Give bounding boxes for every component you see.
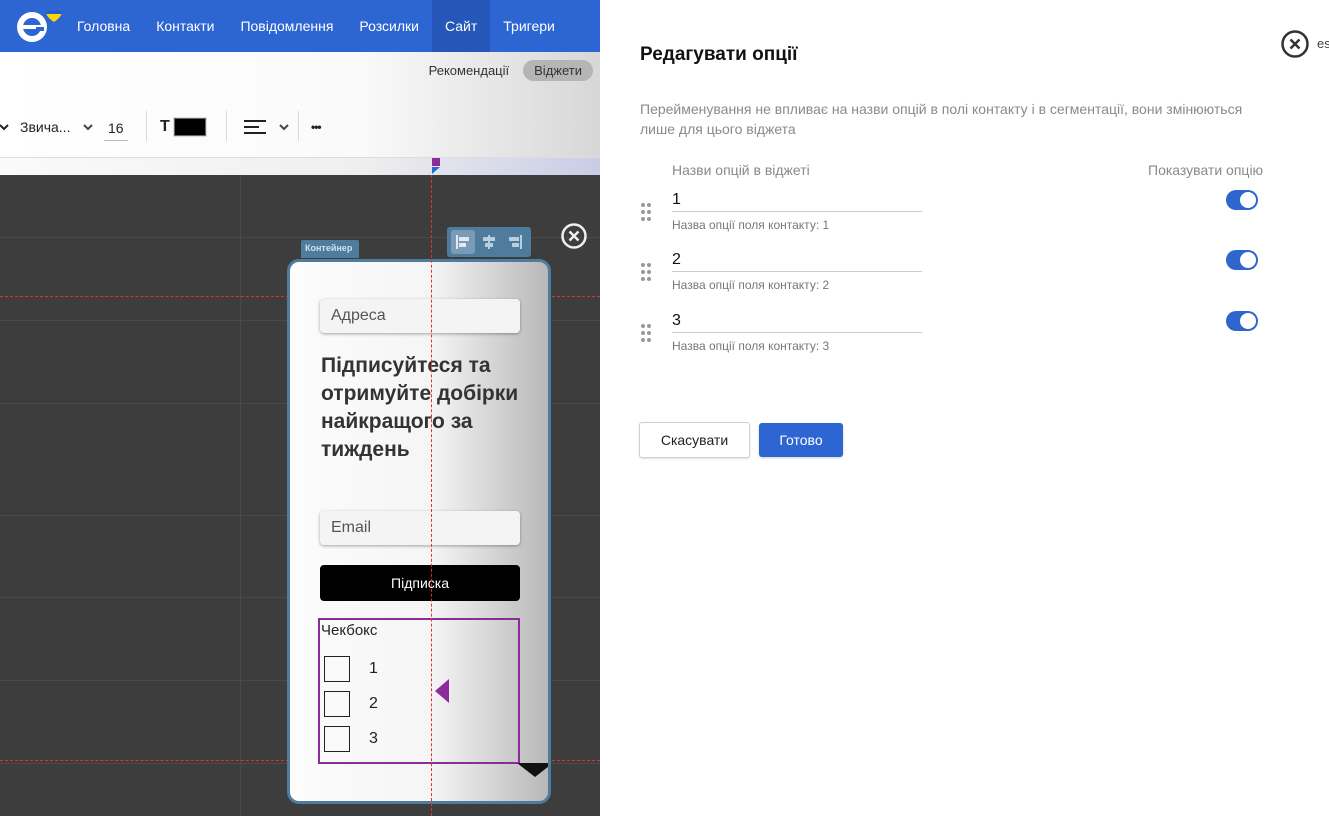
drag-dots-icon[interactable] — [640, 202, 652, 222]
chevron-down-icon — [83, 124, 94, 131]
close-widget-icon[interactable] — [560, 222, 588, 250]
checkbox[interactable] — [324, 656, 350, 682]
checkbox[interactable] — [324, 691, 350, 717]
checkbox-option[interactable]: 3 — [324, 726, 378, 752]
toolbar-divider — [298, 111, 299, 141]
option-row: 3 Назва опції поля контакту: 3 — [600, 311, 1329, 371]
tab-widgets[interactable]: Віджети — [523, 60, 593, 81]
tab-recommendations[interactable]: Рекомендації — [425, 61, 514, 80]
text-color-icon: T — [160, 118, 170, 135]
ruler-marker-icon[interactable] — [432, 158, 440, 174]
show-option-toggle[interactable] — [1226, 311, 1258, 331]
checkbox-label: 1 — [369, 660, 378, 677]
nav-item-broadcasts[interactable]: Розсилки — [346, 0, 432, 52]
address-input[interactable]: Адреса — [320, 299, 520, 333]
checkbox-block-title: Чекбокс — [321, 622, 378, 639]
option-hint: Назва опції поля контакту: 1 — [672, 218, 830, 232]
font-style-select[interactable]: Звича... — [20, 107, 94, 147]
checkbox-option[interactable]: 2 — [324, 691, 378, 717]
option-hint: Назва опції поля контакту: 3 — [672, 339, 830, 353]
widget-editor: Головна Контакти Повідомлення Розсилки С… — [0, 0, 600, 816]
checkbox-option[interactable]: 1 — [324, 656, 378, 682]
chevron-down-icon[interactable] — [0, 107, 10, 147]
checkbox-label: 2 — [369, 695, 378, 712]
show-option-toggle[interactable] — [1226, 250, 1258, 270]
top-navigation: Головна Контакти Повідомлення Розсилки С… — [0, 0, 600, 52]
more-options-button[interactable]: ••• — [311, 107, 322, 147]
panel-description: Перейменування не впливає на назви опцій… — [640, 101, 1243, 137]
grid-line — [240, 175, 241, 816]
align-left-icon — [244, 120, 266, 134]
text-color-swatch — [173, 118, 206, 136]
close-icon[interactable] — [1280, 29, 1310, 59]
option-name-input[interactable]: 2 — [672, 250, 922, 272]
edit-options-panel: Редагувати опції esc Перейменування не в… — [600, 0, 1329, 816]
show-option-toggle[interactable] — [1226, 190, 1258, 210]
email-input[interactable]: Email — [320, 511, 520, 545]
toolbar-divider — [226, 111, 227, 141]
text-color-button[interactable]: T — [160, 107, 206, 147]
cancel-button[interactable]: Скасувати — [639, 422, 750, 458]
drag-dots-icon[interactable] — [640, 262, 652, 282]
widget-preview[interactable]: Адреса Підписуйтеся та отримуйте добірки… — [287, 259, 551, 804]
text-align-select[interactable] — [244, 107, 290, 147]
column-header-names: Назви опцій в віджеті — [672, 162, 810, 178]
container-label[interactable]: Контейнер — [301, 240, 359, 258]
nav-item-messages[interactable]: Повідомлення — [227, 0, 346, 52]
toggle-knob — [1240, 313, 1256, 329]
font-size-input[interactable]: 16 — [104, 107, 128, 147]
align-left-button[interactable] — [451, 230, 475, 254]
guide-line-vertical — [431, 175, 432, 816]
editor-subtabs: Рекомендації Віджети — [425, 60, 593, 81]
option-name-input[interactable]: 1 — [672, 190, 922, 212]
done-button[interactable]: Готово — [759, 423, 843, 457]
horizontal-ruler — [0, 157, 600, 175]
editor-toolbar-area: Рекомендації Віджети Звича... 16 T ••• — [0, 52, 600, 157]
toolbar-divider — [146, 111, 147, 141]
esputnik-logo-icon[interactable] — [14, 8, 64, 44]
resize-handle-icon[interactable] — [517, 763, 548, 781]
checkbox-block[interactable]: Чекбокс 1 2 3 — [318, 618, 520, 764]
font-style-value: Звича... — [20, 119, 71, 135]
chevron-down-icon — [279, 124, 289, 131]
widget-heading[interactable]: Підписуйтеся та отримуйте добірки найкра… — [321, 352, 531, 464]
container-align-group — [447, 227, 531, 257]
align-right-button[interactable] — [503, 230, 527, 254]
toggle-knob — [1240, 192, 1256, 208]
checkbox-label: 3 — [369, 730, 378, 747]
esc-hint: esc — [1317, 36, 1329, 51]
drag-dots-icon[interactable] — [640, 323, 652, 343]
align-center-button[interactable] — [477, 230, 501, 254]
option-row: 1 Назва опції поля контакту: 1 — [600, 190, 1329, 250]
toggle-knob — [1240, 252, 1256, 268]
nav-item-contacts[interactable]: Контакти — [143, 0, 227, 52]
option-name-input[interactable]: 3 — [672, 311, 922, 333]
nav-item-home[interactable]: Головна — [64, 0, 143, 52]
nav-item-triggers[interactable]: Тригери — [490, 0, 568, 52]
drag-handle-icon[interactable] — [435, 679, 449, 703]
nav-item-site[interactable]: Сайт — [431, 0, 491, 52]
subscribe-button[interactable]: Підписка — [320, 565, 520, 601]
option-row: 2 Назва опції поля контакту: 2 — [600, 250, 1329, 310]
font-size-value: 16 — [104, 120, 128, 141]
option-hint: Назва опції поля контакту: 2 — [672, 278, 830, 292]
nav-menu: Головна Контакти Повідомлення Розсилки С… — [64, 0, 568, 52]
checkbox[interactable] — [324, 726, 350, 752]
text-format-toolbar: Звича... 16 T ••• — [0, 107, 600, 147]
column-header-show: Показувати опцію — [1148, 162, 1264, 178]
panel-title: Редагувати опції — [640, 44, 798, 65]
